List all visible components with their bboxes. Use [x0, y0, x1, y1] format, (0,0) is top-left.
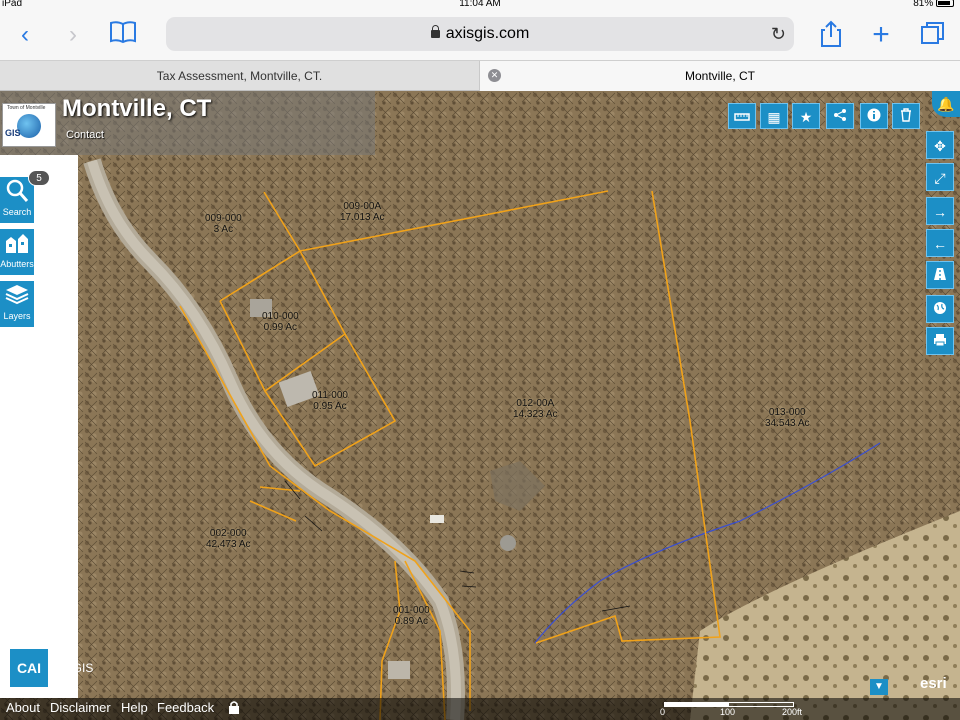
parcel-label[interactable]: 009-00A 17.013 Ac — [340, 201, 384, 223]
map-footer: About Disclaimer Help Feedback 0 100 200… — [0, 698, 960, 720]
logo-text: GIS — [5, 128, 21, 138]
parcel-id: 012-00A — [516, 398, 555, 409]
new-tab-icon[interactable]: + — [866, 20, 896, 50]
scale-label: 200ft — [782, 707, 803, 717]
share-icon[interactable] — [826, 103, 854, 129]
back-icon[interactable]: ← — [926, 229, 954, 257]
globe-logo-icon — [17, 114, 41, 138]
browser-tab-strip: Tax Assessment, Montville, CT. ✕ Montvil… — [0, 60, 960, 91]
parcel-area: 34.543 Ac — [765, 418, 810, 429]
scale-bar: 0 100 200ft — [660, 700, 803, 718]
star-icon[interactable]: ★ — [792, 103, 820, 129]
trash-icon[interactable] — [892, 103, 920, 129]
contact-link[interactable]: Contact — [66, 129, 104, 141]
parcel-label[interactable]: 013-000 34.543 Ac — [765, 407, 809, 429]
grid-icon[interactable]: ▦ — [760, 103, 788, 129]
url-text: axisgis.com — [445, 25, 530, 42]
parcel-id: 009-00A — [343, 201, 382, 212]
scale-label: 100 — [720, 707, 736, 717]
print-icon[interactable] — [926, 327, 954, 355]
about-link[interactable]: About — [6, 700, 40, 715]
forward-arrow-icon[interactable]: › — [58, 20, 88, 50]
chevron-down-icon[interactable]: ▼ — [870, 679, 888, 695]
help-link[interactable]: Help — [121, 700, 148, 715]
parcel-id: 013-000 — [768, 407, 806, 418]
back-arrow-icon[interactable]: ‹ — [10, 20, 40, 50]
lock-icon — [430, 25, 440, 38]
layers-label: Layers — [3, 311, 31, 321]
logo-caption: Town of Montville — [7, 105, 46, 111]
parcel-area: 0.95 Ac — [313, 401, 347, 412]
parcel-label[interactable]: 001-000 0.89 Ac — [393, 605, 430, 627]
parcel-label[interactable]: 009-000 3 Ac — [205, 213, 242, 235]
parcel-area: 17.013 Ac — [340, 212, 385, 223]
left-sidebar: Search 5 Abutters Layers — [0, 155, 78, 698]
notification-bell-icon[interactable]: 🔔 — [932, 91, 960, 117]
ios-status-bar: iPad 11:04 AM 81% — [0, 0, 960, 10]
parcel-label[interactable]: 011-000 0.95 Ac — [312, 390, 348, 412]
buildings-icon — [0, 229, 34, 259]
tab-montville[interactable]: ✕ Montville, CT — [480, 61, 960, 91]
globe-icon[interactable] — [926, 295, 954, 323]
battery-icon — [936, 0, 954, 7]
parcel-label[interactable]: 002-000 42.473 Ac — [206, 528, 250, 550]
parcel-area: 14.323 Ac — [513, 409, 558, 420]
cai-brand: CAI — [10, 649, 48, 687]
bookmarks-icon[interactable] — [108, 20, 138, 50]
results-count-badge: 5 — [28, 170, 50, 186]
disclaimer-link[interactable]: Disclaimer — [50, 700, 111, 715]
battery-status: 81% — [913, 0, 954, 9]
parcel-id: 010-000 — [262, 311, 299, 322]
tab-tax-assessment[interactable]: Tax Assessment, Montville, CT. — [0, 61, 480, 91]
parcel-id: 009-000 — [205, 213, 242, 224]
app-header: Town of Montville GIS Montville, CT Cont… — [0, 91, 375, 155]
parcel-area: 3 Ac — [213, 224, 234, 235]
road-icon[interactable] — [926, 261, 954, 289]
tab-label: Montville, CT — [684, 69, 755, 83]
lock-icon — [228, 700, 240, 717]
map-view[interactable]: 009-000 3 Ac 009-00A 17.013 Ac 010-000 0.99… — [0, 91, 960, 720]
aerial-imagery — [0, 91, 960, 720]
parcel-id: 002-000 — [209, 528, 247, 539]
clock: 11:04 AM — [459, 0, 501, 9]
full-extent-icon[interactable]: ⤢ — [926, 163, 954, 191]
esri-attribution: esri — [920, 675, 947, 692]
battery-percent: 81% — [913, 0, 934, 9]
town-logo[interactable]: Town of Montville GIS — [2, 103, 56, 147]
parcel-id: 001-000 — [393, 605, 430, 616]
forward-icon[interactable]: → — [926, 197, 954, 225]
parcel-area: 0.89 Ac — [394, 616, 429, 627]
layers-button[interactable]: Layers — [0, 281, 34, 327]
browser-toolbar: ‹ › axisgis.com ↻ + — [0, 10, 960, 60]
reload-icon[interactable]: ↻ — [771, 17, 786, 51]
layers-icon — [0, 281, 34, 311]
parcel-label[interactable]: 012-00A 14.323 Ac — [513, 398, 557, 420]
search-label: Search — [2, 207, 32, 217]
axisgis-brand: AxisGIS — [50, 661, 94, 675]
feedback-link[interactable]: Feedback — [157, 700, 214, 715]
abutters-label: Abutters — [0, 259, 34, 269]
parcel-area: 0.99 Ac — [263, 322, 298, 333]
scale-label: 0 — [660, 707, 666, 717]
parcel-id: 011-000 — [312, 390, 348, 401]
measure-icon[interactable] — [728, 103, 756, 129]
page-title: Montville, CT — [62, 95, 212, 122]
tab-label: Tax Assessment, Montville, CT. — [156, 69, 323, 83]
share-sheet-icon[interactable] — [816, 20, 846, 50]
parcel-label[interactable]: 010-000 0.99 Ac — [262, 311, 299, 333]
cai-axisgis-logo: CAI AxisGIS — [10, 649, 94, 687]
info-icon[interactable] — [860, 103, 888, 129]
search-button[interactable]: Search — [0, 177, 34, 223]
address-bar[interactable]: axisgis.com ↻ — [166, 17, 794, 51]
tabs-overview-icon[interactable] — [918, 20, 948, 50]
pan-icon[interactable]: ✥ — [926, 131, 954, 159]
close-tab-icon[interactable]: ✕ — [488, 69, 501, 82]
parcel-area: 42.473 Ac — [206, 539, 251, 550]
abutters-button[interactable]: Abutters — [0, 229, 34, 275]
